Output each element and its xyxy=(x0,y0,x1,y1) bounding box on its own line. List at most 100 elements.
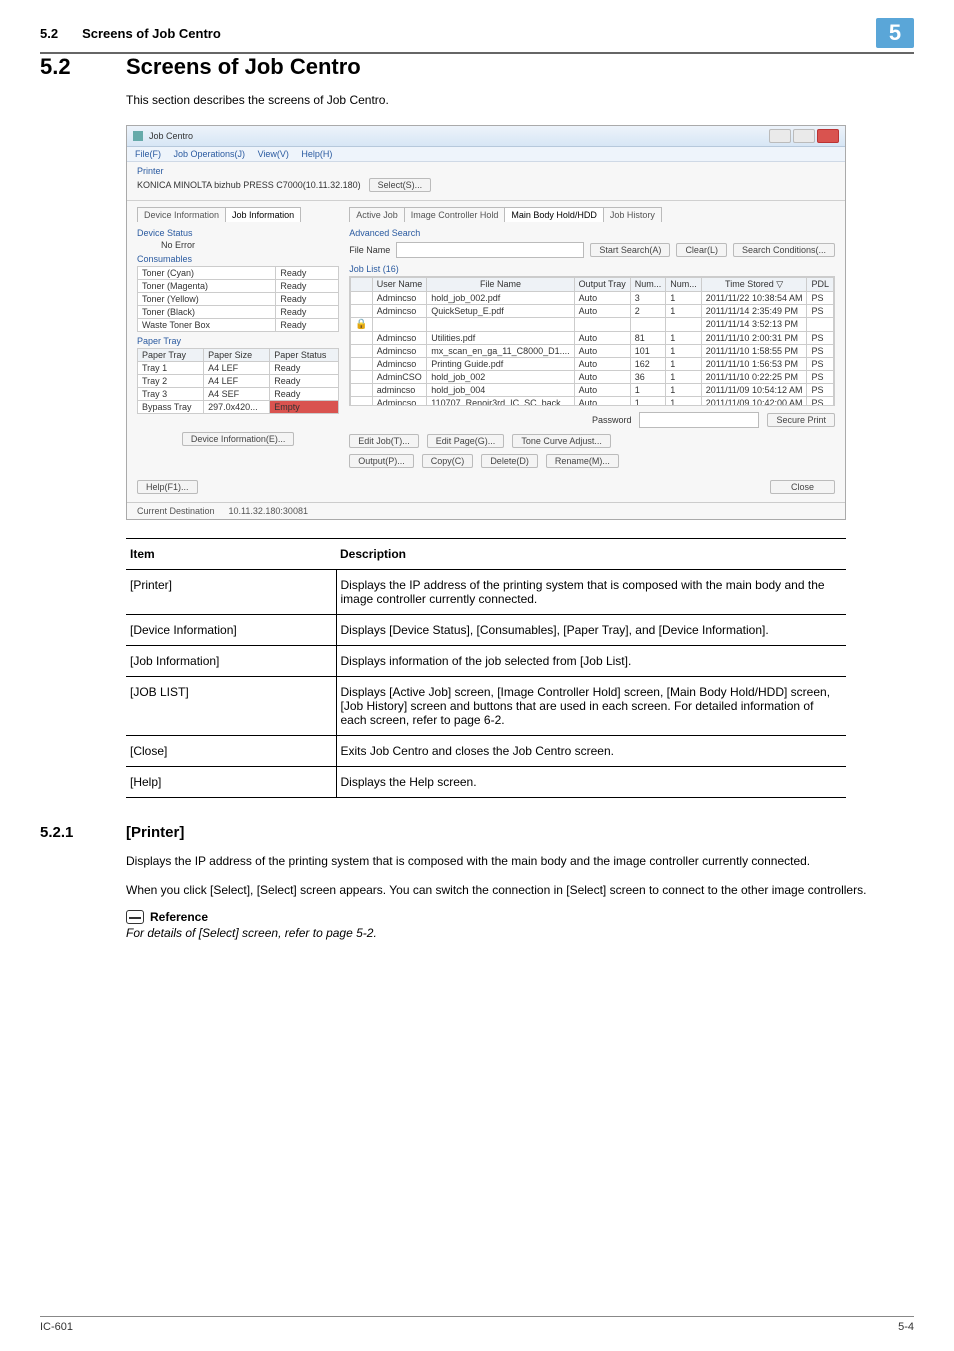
search-conditions-button[interactable]: Search Conditions(... xyxy=(733,243,835,257)
job-header-file[interactable]: File Name xyxy=(427,277,574,291)
job-row[interactable]: AdmincsoPrinting Guide.pdfAuto16212011/1… xyxy=(351,357,834,370)
consumable-status: Ready xyxy=(276,305,339,318)
job-time: 2011/11/10 1:58:55 PM xyxy=(701,344,807,357)
desc-text: Displays [Active Job] screen, [Image Con… xyxy=(336,676,846,735)
consumable-name: Toner (Yellow) xyxy=(138,292,276,305)
consumables-table: Toner (Cyan)Ready Toner (Magenta)Ready T… xyxy=(137,266,339,332)
menu-job-operations[interactable]: Job Operations(J) xyxy=(174,149,246,159)
job-row[interactable]: Admincsomx_scan_en_ga_11_C8000_D1....Aut… xyxy=(351,344,834,357)
job-row[interactable]: AdmincsoQuickSetup_E.pdfAuto212011/11/14… xyxy=(351,304,834,317)
tab-job-information[interactable]: Job Information xyxy=(226,207,301,222)
job-time: 2011/11/22 10:38:54 AM xyxy=(701,291,807,304)
paper-tray-label: Paper Tray xyxy=(137,336,339,346)
job-nump: 1 xyxy=(666,370,702,383)
desc-text: Exits Job Centro and closes the Job Cent… xyxy=(336,735,846,766)
file-name-input[interactable] xyxy=(396,242,584,258)
maximize-button[interactable] xyxy=(793,129,815,143)
tone-curve-button[interactable]: Tone Curve Adjust... xyxy=(512,434,611,448)
job-header-nump[interactable]: Num... xyxy=(666,277,702,291)
job-header-pdl[interactable]: PDL xyxy=(807,277,834,291)
job-user: admincso xyxy=(372,383,427,396)
job-header-user[interactable]: User Name xyxy=(372,277,427,291)
tab-device-information[interactable]: Device Information xyxy=(137,207,226,222)
tray-status: Ready xyxy=(270,387,339,400)
select-button[interactable]: Select(S)... xyxy=(369,178,432,192)
job-pdl: PS xyxy=(807,383,834,396)
consumable-name: Toner (Black) xyxy=(138,305,276,318)
job-row[interactable]: Admincso110707_Renoir3rd_IC_SC_back...Au… xyxy=(351,396,834,406)
menu-help[interactable]: Help(H) xyxy=(301,149,332,159)
job-nump xyxy=(666,317,702,331)
job-header-lock[interactable] xyxy=(351,277,372,291)
rename-button[interactable]: Rename(M)... xyxy=(546,454,619,468)
edit-page-button[interactable]: Edit Page(G)... xyxy=(427,434,505,448)
copy-button[interactable]: Copy(C) xyxy=(422,454,474,468)
job-row[interactable]: admincsohold_job_004Auto112011/11/09 10:… xyxy=(351,383,834,396)
window-buttons xyxy=(769,129,839,143)
edit-job-button[interactable]: Edit Job(T)... xyxy=(349,434,419,448)
job-time: 2011/11/10 1:56:53 PM xyxy=(701,357,807,370)
output-button[interactable]: Output(P)... xyxy=(349,454,414,468)
job-pdl: PS xyxy=(807,304,834,317)
tab-main-body-hold[interactable]: Main Body Hold/HDD xyxy=(505,207,604,222)
tab-image-controller-hold[interactable]: Image Controller Hold xyxy=(405,207,506,222)
desc-row: [Close]Exits Job Centro and closes the J… xyxy=(126,735,846,766)
job-user: Admincso xyxy=(372,357,427,370)
close-button[interactable]: Close xyxy=(770,480,835,494)
job-tray: Auto xyxy=(574,344,630,357)
job-numc: 2 xyxy=(630,304,666,317)
tray-size: A4 LEF xyxy=(204,374,270,387)
desc-row: [Printer]Displays the IP address of the … xyxy=(126,569,846,614)
clear-button[interactable]: Clear(L) xyxy=(676,243,727,257)
password-input[interactable] xyxy=(639,412,759,428)
printer-section-label: Printer xyxy=(127,162,845,176)
desc-item: [Job Information] xyxy=(126,645,336,676)
secure-print-button[interactable]: Secure Print xyxy=(767,413,835,427)
minimize-button[interactable] xyxy=(769,129,791,143)
job-row[interactable]: 🔒2011/11/14 3:52:13 PM xyxy=(351,317,834,331)
job-time: 2011/11/09 10:42:00 AM xyxy=(701,396,807,406)
reference-text: For details of [Select] screen, refer to… xyxy=(126,926,914,940)
job-list-table[interactable]: User Name File Name Output Tray Num... N… xyxy=(350,277,834,406)
left-pane: Device Information Job Information Devic… xyxy=(137,207,339,468)
job-row[interactable]: Admincsohold_job_002.pdfAuto312011/11/22… xyxy=(351,291,834,304)
tab-active-job[interactable]: Active Job xyxy=(349,207,405,222)
job-header-time[interactable]: Time Stored ▽ xyxy=(701,277,807,291)
start-search-button[interactable]: Start Search(A) xyxy=(590,243,670,257)
menu-bar: File(F) Job Operations(J) View(V) Help(H… xyxy=(127,147,845,162)
consumables-label: Consumables xyxy=(137,254,339,264)
help-button[interactable]: Help(F1)... xyxy=(137,480,198,494)
job-user: AdminCSO xyxy=(372,370,427,383)
job-list-label: Job List (16) xyxy=(349,264,835,274)
tab-job-history[interactable]: Job History xyxy=(604,207,662,222)
job-centro-screenshot: Job Centro File(F) Job Operations(J) Vie… xyxy=(126,125,846,520)
delete-button[interactable]: Delete(D) xyxy=(481,454,538,468)
job-header-numc[interactable]: Num... xyxy=(630,277,666,291)
job-time: 2011/11/09 10:54:12 AM xyxy=(701,383,807,396)
menu-file[interactable]: File(F) xyxy=(135,149,161,159)
tray-status: Ready xyxy=(270,361,339,374)
job-file: hold_job_004 xyxy=(427,383,574,396)
status-bar-value: 10.11.32.180:30081 xyxy=(229,506,308,516)
lock-icon xyxy=(351,396,372,406)
job-numc xyxy=(630,317,666,331)
job-nump: 1 xyxy=(666,396,702,406)
job-numc: 36 xyxy=(630,370,666,383)
close-window-button[interactable] xyxy=(817,129,839,143)
job-tray: Auto xyxy=(574,396,630,406)
job-row[interactable]: AdminCSOhold_job_002Auto3612011/11/10 0:… xyxy=(351,370,834,383)
job-numc: 81 xyxy=(630,331,666,344)
job-nump: 1 xyxy=(666,331,702,344)
menu-view[interactable]: View(V) xyxy=(258,149,289,159)
desc-item: [Device Information] xyxy=(126,614,336,645)
job-row[interactable]: AdmincsoUtilities.pdfAuto8112011/11/10 2… xyxy=(351,331,834,344)
job-header-tray[interactable]: Output Tray xyxy=(574,277,630,291)
device-information-button[interactable]: Device Information(E)... xyxy=(182,432,295,446)
job-nump: 1 xyxy=(666,357,702,370)
consumable-status: Ready xyxy=(276,292,339,305)
job-user: Admincso xyxy=(372,344,427,357)
job-pdl: PS xyxy=(807,370,834,383)
job-file: 110707_Renoir3rd_IC_SC_back... xyxy=(427,396,574,406)
page-header: 5.2 Screens of Job Centro 5 xyxy=(40,18,914,54)
job-user xyxy=(372,317,427,331)
